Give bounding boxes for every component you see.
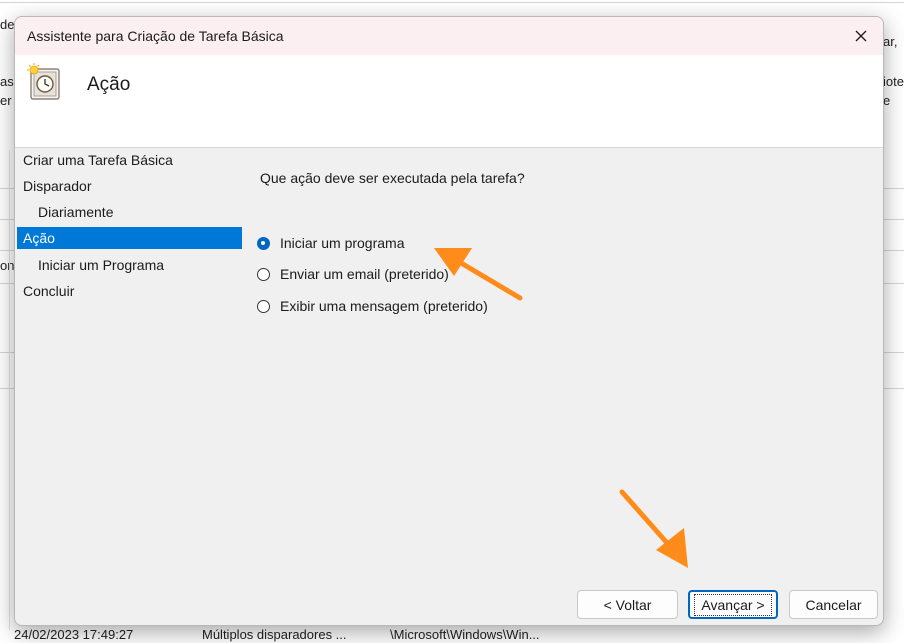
step-concluir[interactable]: Concluir [17,280,242,302]
bg-task-row[interactable]: 24/02/2023 17:49:27 Múltiplos disparador… [0,624,904,643]
cancel-button[interactable]: Cancelar [789,590,878,619]
close-button[interactable] [839,17,883,55]
page-title: Ação [87,74,131,95]
bg-text-fragment: iote [883,74,904,89]
next-button[interactable]: Avançar > [688,590,778,619]
bg-task-date: 24/02/2023 17:49:27 [14,627,134,642]
close-icon [855,30,867,42]
step-diariamente[interactable]: Diariamente [17,201,257,223]
bg-text-fragment: er [0,93,12,108]
option-label: Enviar um email (preterido) [280,266,449,282]
bg-text-fragment: ar, [883,34,898,49]
step-iniciar-programa[interactable]: Iniciar um Programa [17,254,257,276]
scheduled-task-clock-icon [27,63,60,100]
bg-divider [9,150,10,630]
dialog-title: Assistente para Criação de Tarefa Básica [27,28,284,44]
back-button-label: < Voltar [603,596,652,613]
dialog-titlebar[interactable]: Assistente para Criação de Tarefa Básica [15,17,883,55]
back-button[interactable]: < Voltar [577,590,678,619]
step-criar-tarefa[interactable]: Criar uma Tarefa Básica [17,149,242,171]
bg-divider [0,2,904,3]
option-start-program[interactable]: Iniciar um programa [257,232,405,254]
step-disparador[interactable]: Disparador [17,175,242,197]
next-button-label: Avançar > [694,593,772,616]
option-send-email[interactable]: Enviar um email (preterido) [257,263,449,285]
cancel-button-label: Cancelar [805,596,862,613]
bg-text-fragment: on [0,258,15,273]
radio-send-email[interactable] [257,267,270,281]
bg-text-fragment: de [0,17,15,32]
option-label: Exibir uma mensagem (preterido) [280,298,488,314]
basic-task-wizard-dialog: Assistente para Criação de Tarefa Básica… [14,16,884,626]
step-acao[interactable]: Ação [17,227,242,249]
option-label: Iniciar um programa [280,235,405,251]
dialog-header: Ação [15,55,883,148]
bg-task-path: \Microsoft\Windows\Win... [390,627,540,642]
option-show-message[interactable]: Exibir uma mensagem (preterido) [257,295,488,317]
radio-show-message[interactable] [257,299,270,313]
action-question: Que ação deve ser executada pela tarefa? [260,170,525,186]
radio-start-program[interactable] [257,236,270,250]
bg-text-fragment: e [883,93,891,108]
bg-task-triggers: Múltiplos disparadores ... [202,627,347,642]
